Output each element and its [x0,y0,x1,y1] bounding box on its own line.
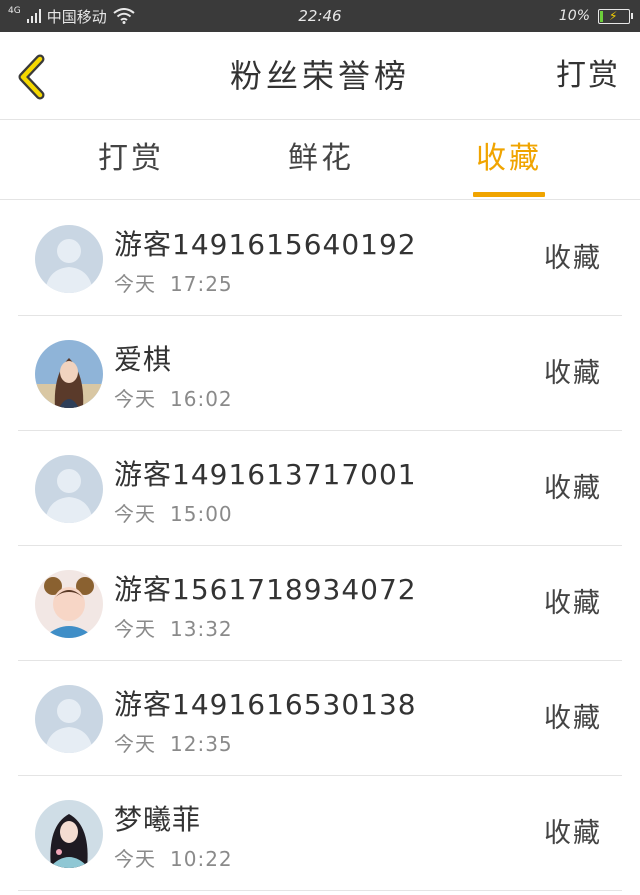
avatar[interactable] [35,800,103,868]
battery-level [600,10,603,22]
timestamp-time: 15:00 [170,502,233,526]
tab-tip[interactable]: 打赏 [88,121,174,200]
timestamp-day: 今天 [114,272,156,296]
clock: 22:46 [298,7,342,25]
action-label: 收藏 [544,473,602,504]
timestamp-time: 10:22 [170,847,233,871]
avatar[interactable] [35,340,103,408]
tab-favorites[interactable]: 收藏 [466,121,552,200]
tab-flowers[interactable]: 鲜花 [278,121,364,200]
timestamp-day: 今天 [114,387,156,411]
fan-list-item[interactable]: 游客1561718934072 今天 13:32 收藏 [18,546,622,661]
avatar-photo [35,800,103,868]
timestamp-day: 今天 [114,732,156,756]
avatar[interactable] [35,570,103,638]
fan-timestamp: 今天 12:35 [114,728,233,757]
fan-name: 游客1491615640192 [114,228,417,261]
default-avatar-icon [35,225,103,293]
tab-bar: 打赏 鲜花 收藏 [0,121,640,200]
fan-list-item[interactable]: 游客1491613717001 今天 15:00 收藏 [18,431,622,546]
fan-list-item[interactable]: 游客1491615640192 今天 17:25 收藏 [18,201,622,316]
active-tab-indicator [473,192,545,197]
fan-timestamp: 今天 16:02 [114,383,233,412]
timestamp-day: 今天 [114,847,156,871]
fan-name: 爱棋 [114,343,173,376]
fan-name: 游客1491616530138 [114,688,417,721]
avatar[interactable] [35,225,103,293]
battery-percent: 10% [558,8,590,24]
fan-list-item[interactable]: 梦曦菲今天 10:22 收藏 [18,776,622,891]
action-label: 收藏 [544,588,602,619]
action-label: 收藏 [544,358,602,389]
timestamp-time: 17:25 [170,272,233,296]
timestamp-time: 12:35 [170,732,233,756]
action-label: 收藏 [544,703,602,734]
fan-list-item[interactable]: 游客1491616530138 今天 12:35 收藏 [18,661,622,776]
fan-timestamp: 今天 10:22 [114,843,233,872]
status-bar: 4G 中国移动 22:46 10% ⚡ [0,0,640,32]
fan-name: 游客1491613717001 [114,458,417,491]
status-right: 10% ⚡ [558,0,633,32]
action-label: 收藏 [544,243,602,274]
nav-header: 粉丝荣誉榜 打赏 [0,32,640,120]
page-title: 粉丝荣誉榜 [229,57,410,95]
action-label: 收藏 [544,818,602,849]
avatar[interactable] [35,685,103,753]
fan-timestamp: 今天 15:00 [114,498,233,527]
fan-list: 游客1491615640192 今天 17:25 收藏 爱棋 今天 16:02 收藏 游客1… [0,201,640,891]
fan-name: 梦曦菲 [114,803,202,836]
charging-icon: ⚡ [609,8,618,23]
fan-timestamp: 今天 17:25 [114,268,233,297]
default-avatar-icon [35,455,103,523]
avatar[interactable] [35,455,103,523]
timestamp-day: 今天 [114,617,156,641]
fan-list-item[interactable]: 爱棋今天 16:02 收藏 [18,316,622,431]
default-avatar-icon [35,685,103,753]
avatar-photo [35,570,103,638]
fan-name: 游客1561718934072 [114,573,417,606]
battery-icon: ⚡ [598,8,633,24]
tip-button[interactable]: 打赏 [556,32,620,120]
timestamp-time: 13:32 [170,617,233,641]
timestamp-time: 16:02 [170,387,233,411]
avatar-photo [35,340,103,408]
timestamp-day: 今天 [114,502,156,526]
fan-timestamp: 今天 13:32 [114,613,233,642]
